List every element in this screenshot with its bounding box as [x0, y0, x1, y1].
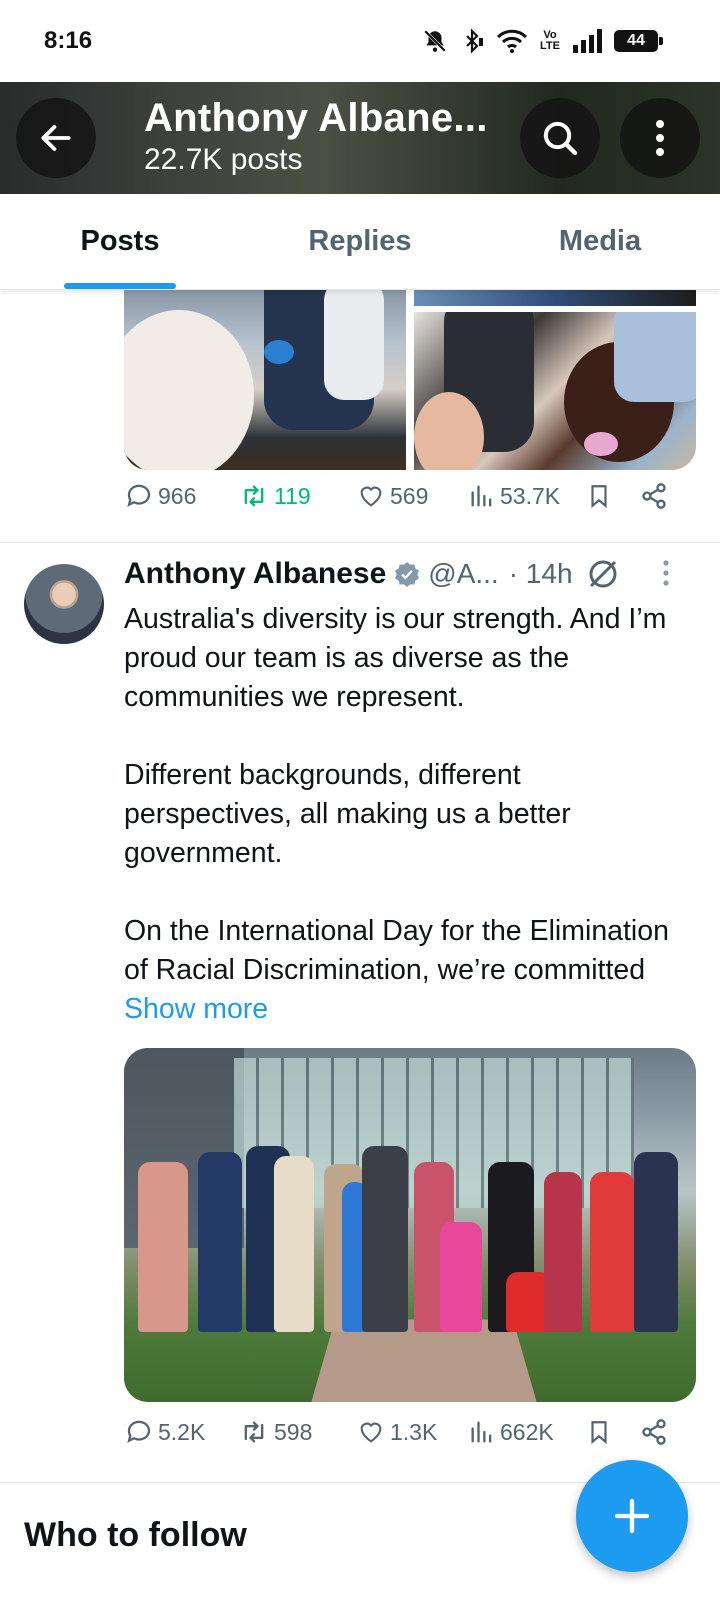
like-button[interactable]: 569: [356, 482, 468, 510]
volte-bottom: LTE: [540, 40, 560, 52]
tab-replies[interactable]: Replies: [240, 194, 480, 289]
post1-image-2[interactable]: [414, 290, 696, 306]
image-person: [590, 1172, 634, 1332]
repost-icon: [244, 485, 264, 507]
image-person: [362, 1146, 408, 1332]
bookmark-button[interactable]: [586, 481, 640, 511]
views-chart-icon: [471, 485, 492, 507]
share-icon: [642, 1419, 666, 1445]
views-button[interactable]: 662K: [468, 1418, 586, 1446]
bookmark-button[interactable]: [586, 1417, 640, 1447]
author-name[interactable]: Anthony Albanese: [124, 557, 386, 591]
post1-image-3[interactable]: [414, 312, 696, 470]
tab-media[interactable]: Media: [480, 194, 720, 289]
post2-header: Anthony Albanese @A... · 14h: [124, 552, 704, 596]
post-time[interactable]: · 14h: [509, 558, 573, 590]
image-person: [634, 1152, 678, 1332]
post-paragraph: Different backgrounds, different perspec…: [124, 759, 571, 869]
reply-count: 966: [158, 482, 197, 509]
plus-icon: [614, 1498, 650, 1534]
arrow-left-icon: [41, 125, 71, 151]
profile-name: Anthony Albane...: [144, 96, 488, 140]
post-paragraph-text: On the International Day for the Elimina…: [124, 915, 669, 986]
image-person: [544, 1172, 582, 1332]
post1-image-1[interactable]: [124, 290, 406, 470]
repost-button[interactable]: 598: [238, 1418, 356, 1446]
post-text: Australia's diversity is our strength. A…: [124, 600, 694, 1029]
verified-badge-icon: [395, 562, 420, 587]
heart-icon: [360, 1422, 382, 1443]
views-button[interactable]: 53.7K: [468, 482, 586, 510]
like-count: 569: [390, 482, 429, 509]
heart-icon: [360, 486, 382, 507]
image-person: [138, 1162, 188, 1332]
author-avatar[interactable]: [24, 564, 104, 644]
post1-actions: 966 119 569 53.7K: [124, 476, 684, 516]
status-time: 8:16: [44, 27, 93, 54]
post2-image[interactable]: [124, 1048, 696, 1402]
header-text: Anthony Albane... 22.7K posts: [144, 96, 488, 177]
bookmark-icon: [591, 485, 607, 509]
reply-count: 5.2K: [158, 1418, 206, 1445]
views-count: 53.7K: [500, 482, 561, 509]
reply-icon: [127, 1420, 151, 1443]
reply-button[interactable]: 5.2K: [124, 1417, 238, 1447]
more-vertical-icon: [663, 560, 669, 586]
image-person: [198, 1152, 242, 1332]
like-button[interactable]: 1.3K: [356, 1418, 468, 1446]
signal-icon: [573, 29, 602, 53]
bluetooth-icon: [466, 28, 484, 54]
who-to-follow-heading: Who to follow: [24, 1516, 247, 1554]
share-icon: [642, 483, 666, 509]
more-vertical-icon: [656, 120, 664, 156]
author-handle[interactable]: @A...: [428, 558, 498, 590]
volte-indicator: Vo LTE: [540, 30, 560, 52]
search-icon: [543, 121, 578, 156]
post2-actions: 5.2K 598 1.3K 662K: [124, 1412, 684, 1452]
share-button[interactable]: [640, 482, 668, 510]
repost-icon: [244, 1421, 264, 1443]
share-button[interactable]: [640, 1418, 668, 1446]
battery-icon: 44: [614, 30, 663, 52]
more-options-button[interactable]: [620, 98, 700, 178]
tab-posts[interactable]: Posts: [0, 194, 240, 289]
grok-icon[interactable]: [587, 558, 619, 590]
image-person: [274, 1156, 314, 1332]
profile-header: Anthony Albane... 22.7K posts: [0, 82, 720, 194]
post1-media[interactable]: [124, 290, 696, 470]
status-bar: 8:16 Vo LTE 44: [0, 0, 720, 82]
post-count: 22.7K posts: [144, 143, 303, 176]
wifi-icon: [496, 29, 528, 53]
status-icons: Vo LTE 44: [422, 28, 663, 54]
search-button[interactable]: [520, 98, 600, 178]
views-count: 662K: [500, 1418, 554, 1445]
reply-button[interactable]: 966: [124, 481, 238, 511]
back-button[interactable]: [16, 98, 96, 178]
post-paragraph-last: On the International Day for the Elimina…: [124, 912, 694, 1029]
post-divider: [0, 542, 720, 543]
repost-count: 119: [274, 482, 311, 509]
image-person: [440, 1222, 482, 1332]
post-more-button[interactable]: [660, 558, 672, 593]
reply-icon: [127, 484, 151, 507]
repost-count: 598: [274, 1418, 313, 1445]
post-paragraph: Australia's diversity is our strength. A…: [124, 603, 667, 713]
profile-tabs: Posts Replies Media: [0, 194, 720, 290]
repost-button[interactable]: 119: [238, 482, 356, 510]
compose-post-button[interactable]: [576, 1460, 688, 1572]
like-count: 1.3K: [390, 1418, 438, 1445]
views-chart-icon: [471, 1421, 492, 1443]
mute-bell-icon: [424, 30, 446, 52]
show-more-link[interactable]: Show more: [124, 993, 268, 1025]
bookmark-icon: [591, 1421, 607, 1445]
